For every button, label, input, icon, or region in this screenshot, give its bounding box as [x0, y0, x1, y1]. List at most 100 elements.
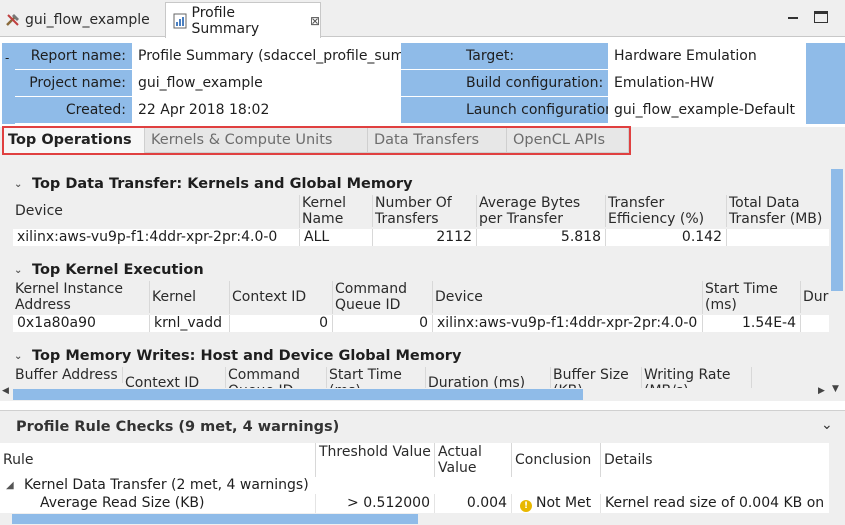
profile-rule-checks-panel: Profile Rule Checks (9 met, 4 warnings) …: [0, 410, 845, 525]
chevron-down-icon: ⌄: [14, 178, 23, 190]
data-transfer-header: Device Kernel Name Number Of Transfers A…: [13, 195, 828, 229]
kernel-exec-header: Kernel Instance Address Kernel Context I…: [13, 281, 831, 315]
target-label: Target:: [401, 43, 608, 69]
cell-duration: [801, 315, 831, 332]
cell-threshold: > 0.512000: [316, 494, 435, 513]
tab-label: gui_flow_example: [25, 12, 150, 28]
col-conclusion[interactable]: Conclusion: [512, 443, 601, 477]
cell-transfer-efficiency: 0.142: [606, 229, 727, 246]
header-collapse-toggle[interactable]: -: [2, 43, 15, 124]
rule-group-row[interactable]: ◢ Kernel Data Transfer (2 met, 4 warning…: [0, 476, 829, 495]
chevron-down-icon[interactable]: ▼: [832, 384, 839, 394]
profile-chart-icon: [171, 12, 189, 30]
editor-tab-bar: gui_flow_example Profile Summary ⊠: [0, 0, 845, 38]
table-row[interactable]: Average Read Size (KB) > 0.512000 0.004 …: [0, 494, 829, 513]
cell-kernel-name: ALL: [300, 229, 373, 246]
vertical-scrollbar[interactable]: ▼: [829, 163, 845, 395]
tab-kernels-compute-units[interactable]: Kernels & Compute Units: [145, 127, 368, 153]
minimize-button[interactable]: [786, 11, 800, 23]
col-number-of-transfers[interactable]: Number Of Transfers: [373, 195, 477, 227]
collapse-icon[interactable]: ⌄: [821, 417, 833, 433]
tab-label: Profile Summary: [191, 4, 260, 37]
section-data-transfer[interactable]: ⌄ Top Data Transfer: Kernels and Global …: [14, 176, 413, 192]
col-details[interactable]: Details: [601, 443, 829, 477]
top-operations-panel: ⌄ Top Data Transfer: Kernels and Global …: [0, 155, 845, 401]
cell-number-of-transfers: 2112: [373, 229, 477, 246]
section-title: Top Kernel Execution: [32, 262, 204, 278]
report-name-label: Report name:: [15, 43, 132, 69]
rules-horizontal-scrollbar[interactable]: [0, 513, 829, 525]
maximize-button[interactable]: [814, 11, 828, 23]
cell-start-time: 1.54E-4: [703, 315, 801, 332]
col-total-data-transfer[interactable]: Total Data Transfer (MB): [727, 195, 837, 227]
col-duration[interactable]: Duration (ms): [801, 281, 831, 314]
col-command-queue-id[interactable]: Command Queue ID: [333, 281, 433, 313]
col-kernel-instance-address[interactable]: Kernel Instance Address: [13, 281, 150, 313]
cell-actual: 0.004: [435, 494, 512, 513]
project-name-label: Project name:: [15, 70, 132, 96]
col-context-id[interactable]: Context ID: [230, 281, 333, 314]
close-icon[interactable]: ⊠: [310, 14, 320, 28]
rule-group-label: Kernel Data Transfer (2 met, 4 warnings): [24, 477, 309, 493]
col-rule[interactable]: Rule: [0, 443, 316, 477]
target-value: Hardware Emulation: [608, 43, 806, 69]
created-value: 22 Apr 2018 18:02: [132, 97, 401, 123]
cell-kernel-instance-address: 0x1a80a90: [13, 315, 150, 332]
created-label: Created:: [15, 97, 132, 123]
tab-opencl-apis[interactable]: OpenCL APIs: [507, 127, 629, 153]
col-buffer-address[interactable]: Buffer Address: [13, 367, 123, 383]
section-title: Top Memory Writes: Host and Device Globa…: [32, 348, 462, 364]
cell-context-id: 0: [230, 315, 333, 332]
build-config-value: Emulation-HW: [608, 70, 806, 96]
rules-vertical-scrollbar[interactable]: [829, 442, 845, 525]
col-actual-value[interactable]: Actual Value: [435, 443, 512, 477]
col-avg-bytes[interactable]: Average Bytes per Transfer: [477, 195, 606, 227]
chevron-right-icon[interactable]: ▶: [818, 386, 825, 396]
cell-avg-bytes: 5.818: [477, 229, 606, 246]
launch-config-label: Launch configuration:: [401, 97, 608, 123]
chevron-down-icon[interactable]: ◢: [6, 476, 14, 495]
tab-profile-summary[interactable]: Profile Summary ⊠: [165, 2, 321, 38]
build-config-label: Build configuration:: [401, 70, 608, 96]
cell-total-data-transfer: 0.012: [727, 229, 833, 246]
report-header: - Report name: Profile Summary (sdaccel_…: [0, 43, 845, 124]
scroll-thumb[interactable]: [831, 169, 843, 291]
horizontal-scrollbar[interactable]: ◀ ▶: [0, 386, 829, 401]
table-row[interactable]: xilinx:aws-vu9p-f1:4ddr-xpr-2pr:4.0-0 AL…: [13, 229, 833, 246]
col-kernel[interactable]: Kernel: [150, 281, 230, 314]
cell-device: xilinx:aws-vu9p-f1:4ddr-xpr-2pr:4.0-0: [433, 315, 703, 332]
section-memory-writes[interactable]: ⌄ Top Memory Writes: Host and Device Glo…: [14, 348, 461, 364]
report-tab-bar: Top Operations Kernels & Compute Units D…: [0, 127, 845, 155]
tab-top-operations[interactable]: Top Operations: [2, 127, 145, 153]
chevron-down-icon: ⌄: [14, 264, 23, 276]
scroll-thumb[interactable]: [13, 389, 583, 400]
col-transfer-efficiency[interactable]: Transfer Efficiency (%): [606, 195, 727, 227]
report-name-value: Profile Summary (sdaccel_profile_summary…: [132, 43, 401, 69]
cell-device: xilinx:aws-vu9p-f1:4ddr-xpr-2pr:4.0-0: [13, 229, 300, 246]
chevron-down-icon: ⌄: [14, 350, 23, 362]
table-row[interactable]: 0x1a80a90 krnl_vadd 0 0 xilinx:aws-vu9p-…: [13, 315, 831, 332]
cell-details: Kernel read size of 0.004 KB on: [605, 495, 825, 511]
cell-conclusion: ! Not Met: [512, 494, 601, 513]
cell-kernel: krnl_vadd: [150, 315, 230, 332]
section-title: Top Data Transfer: Kernels and Global Me…: [32, 176, 413, 192]
col-device[interactable]: Device: [13, 195, 300, 228]
col-device[interactable]: Device: [433, 281, 703, 314]
col-kernel-name[interactable]: Kernel Name: [300, 195, 373, 227]
header-fill: [806, 43, 845, 124]
tab-gui-flow-example[interactable]: gui_flow_example: [0, 2, 164, 38]
scroll-thumb[interactable]: [12, 514, 418, 524]
tools-icon: [4, 11, 22, 29]
col-start-time[interactable]: Start Time (ms): [703, 281, 801, 313]
tab-data-transfers[interactable]: Data Transfers: [368, 127, 507, 153]
project-name-value: gui_flow_example: [132, 70, 401, 96]
warning-icon: !: [520, 500, 532, 512]
conclusion-text: Not Met: [536, 495, 592, 511]
cell-rule: Average Read Size (KB): [0, 494, 316, 513]
cell-command-queue-id: 0: [333, 315, 433, 332]
chevron-left-icon[interactable]: ◀: [2, 386, 9, 396]
launch-config-value: gui_flow_example-Default: [608, 97, 806, 123]
rules-title: Profile Rule Checks (9 met, 4 warnings): [0, 411, 845, 443]
section-kernel-execution[interactable]: ⌄ Top Kernel Execution: [14, 262, 204, 278]
col-threshold-value[interactable]: Threshold Value: [316, 443, 435, 477]
